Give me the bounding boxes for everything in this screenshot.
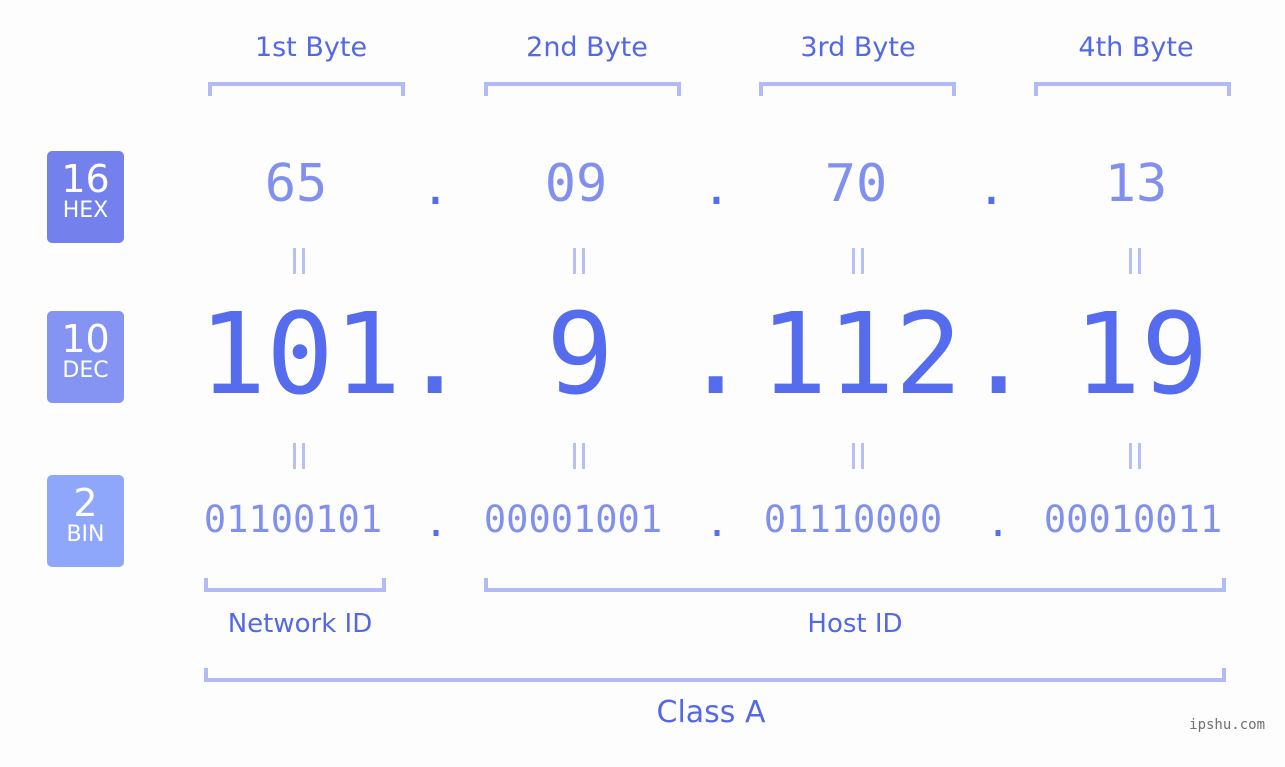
bin-badge-label: BIN: [66, 522, 105, 547]
byte-bracket-1: [208, 82, 405, 96]
byte-label-4: 4th Byte: [1078, 32, 1194, 63]
hex-separator-1: .: [421, 160, 450, 216]
network-id-label: Network ID: [227, 609, 373, 639]
dec-separator-1: .: [401, 290, 469, 420]
equals-icon: [1129, 248, 1141, 274]
equals-icon: [293, 248, 305, 274]
hex-separator-2: .: [702, 160, 731, 216]
bin-separator-2: .: [705, 500, 730, 546]
bin-byte-1: 01100101: [203, 498, 383, 541]
dec-byte-3: 112: [759, 290, 963, 420]
byte-bracket-4: [1034, 82, 1231, 96]
bin-separator-1: .: [424, 500, 449, 546]
equals-icon: [573, 248, 585, 274]
bin-badge: 2 BIN: [47, 475, 124, 567]
class-bracket: [204, 668, 1226, 682]
class-label: Class A: [656, 695, 766, 730]
dec-badge: 10 DEC: [47, 311, 124, 403]
host-id-bracket: [484, 578, 1226, 592]
host-id-label: Host ID: [807, 609, 903, 639]
hex-byte-4: 13: [1104, 154, 1168, 214]
hex-badge-label: HEX: [62, 198, 109, 223]
hex-badge-base: 16: [61, 157, 110, 201]
bin-byte-3: 01110000: [763, 498, 943, 541]
hex-badge: 16 HEX: [47, 151, 124, 243]
equals-icon: [852, 443, 864, 469]
hex-byte-1: 65: [264, 154, 328, 214]
bin-separator-3: .: [986, 500, 1011, 546]
dec-separator-2: .: [682, 290, 750, 420]
bin-byte-2: 00001001: [483, 498, 663, 541]
bin-byte-4: 00010011: [1043, 498, 1223, 541]
byte-bracket-2: [484, 82, 681, 96]
network-id-bracket: [204, 578, 386, 592]
dec-badge-base: 10: [61, 317, 110, 361]
dec-byte-2: 9: [546, 290, 614, 420]
bin-badge-base: 2: [73, 481, 98, 525]
equals-icon: [1129, 443, 1141, 469]
dec-byte-1: 101: [198, 290, 402, 420]
dec-separator-3: .: [965, 290, 1033, 420]
byte-label-2: 2nd Byte: [526, 32, 648, 63]
byte-bracket-3: [759, 82, 956, 96]
equals-icon: [293, 443, 305, 469]
byte-label-1: 1st Byte: [254, 32, 368, 63]
byte-label-3: 3rd Byte: [800, 32, 916, 63]
dec-badge-label: DEC: [62, 358, 109, 383]
hex-byte-2: 09: [544, 154, 608, 214]
hex-separator-3: .: [977, 160, 1006, 216]
hex-byte-3: 70: [824, 154, 888, 214]
watermark: ipshu.com: [1189, 717, 1265, 733]
equals-icon: [573, 443, 585, 469]
equals-icon: [852, 248, 864, 274]
dec-byte-4: 19: [1073, 290, 1209, 420]
